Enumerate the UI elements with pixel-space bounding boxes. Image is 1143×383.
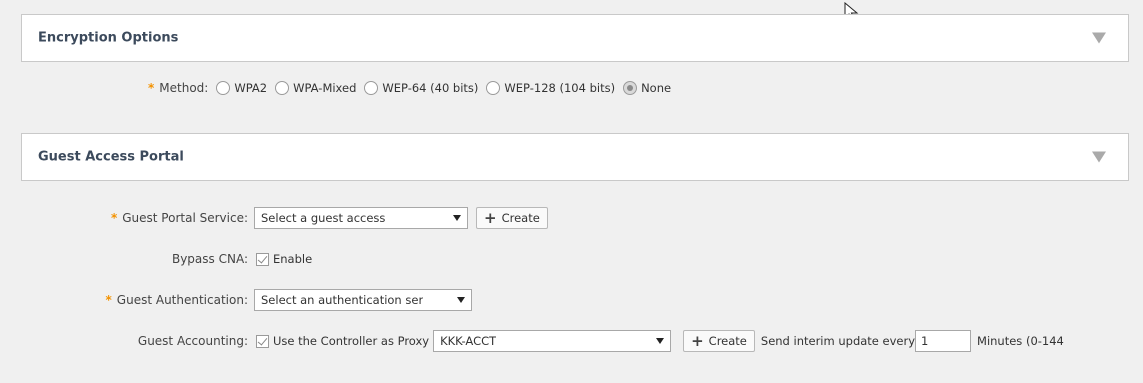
guest-portal-service-select[interactable]: Select a guest access <box>254 207 468 229</box>
radio-label-wpa-mixed[interactable]: WPA-Mixed <box>293 81 356 95</box>
collapse-caret-icon[interactable] <box>1092 151 1106 163</box>
guest-portal-service-label-wrap: * Guest Portal Service: <box>60 211 248 225</box>
plus-icon: + <box>484 208 497 227</box>
guest-authentication-row: * Guest Authentication: Select an authen… <box>60 288 472 312</box>
dropdown-arrow-icon <box>453 215 461 221</box>
radio-wep-64[interactable] <box>364 81 379 95</box>
radio-wpa-mixed[interactable] <box>275 81 290 95</box>
create-accounting-button[interactable]: + Create <box>683 330 755 352</box>
guest-accounting-label: Guest Accounting: <box>137 334 248 348</box>
bypass-cna-checkbox[interactable] <box>256 252 269 266</box>
required-asterisk: * <box>105 293 112 307</box>
interim-update-label: Send interim update every <box>760 334 916 348</box>
plus-icon: + <box>691 331 704 350</box>
radio-none[interactable] <box>623 81 638 95</box>
guest-authentication-value: Select an authentication ser <box>261 293 424 307</box>
encryption-method-row: * Method: WPA2 WPA-Mixed WEP-64 (40 bits… <box>148 79 671 97</box>
bypass-cna-row: Bypass CNA: Enable <box>60 250 312 268</box>
create-guest-portal-button[interactable]: + Create <box>476 207 548 229</box>
method-label-wrap: * Method: <box>148 81 208 95</box>
guest-access-portal-header[interactable]: Guest Access Portal <box>21 133 1129 181</box>
radio-label-wep-64[interactable]: WEP-64 (40 bits) <box>382 81 478 95</box>
create-guest-portal-label: Create <box>501 211 540 225</box>
radio-label-wep-128[interactable]: WEP-128 (104 bits) <box>504 81 615 95</box>
encryption-options-title: Encryption Options <box>38 30 179 46</box>
interim-update-input[interactable]: 1 <box>915 330 972 352</box>
collapse-caret-icon[interactable] <box>1092 32 1106 44</box>
minutes-range-label: Minutes (0-144 <box>977 334 1064 348</box>
accounting-server-value: KKK-ACCT <box>440 334 497 348</box>
controller-proxy-checkbox[interactable] <box>256 334 269 348</box>
guest-access-portal-title: Guest Access Portal <box>38 149 184 165</box>
guest-authentication-select[interactable]: Select an authentication ser <box>254 289 472 311</box>
guest-portal-service-value: Select a guest access <box>261 211 386 225</box>
dropdown-arrow-icon <box>457 297 465 303</box>
required-asterisk: * <box>148 81 155 95</box>
guest-authentication-label-wrap: * Guest Authentication: <box>60 293 248 307</box>
guest-accounting-row: Guest Accounting: Use the Controller as … <box>60 329 1064 353</box>
controller-proxy-label[interactable]: Use the Controller as Proxy <box>273 334 429 348</box>
guest-portal-service-label: Guest Portal Service: <box>122 211 248 225</box>
radio-wpa2[interactable] <box>216 81 231 95</box>
radio-label-wpa2[interactable]: WPA2 <box>234 81 267 95</box>
bypass-cna-label: Bypass CNA: <box>171 252 248 266</box>
radio-wep-128[interactable] <box>486 81 501 95</box>
dropdown-arrow-icon <box>656 338 665 344</box>
guest-portal-service-row: * Guest Portal Service: Select a guest a… <box>60 206 548 230</box>
accounting-server-select[interactable]: KKK-ACCT <box>433 330 672 352</box>
method-label: Method: <box>159 81 209 95</box>
bypass-cna-enable-label[interactable]: Enable <box>273 252 312 266</box>
guest-authentication-label: Guest Authentication: <box>116 293 248 307</box>
create-accounting-label: Create <box>708 334 747 348</box>
encryption-options-header[interactable]: Encryption Options <box>21 14 1129 62</box>
radio-label-none[interactable]: None <box>641 81 671 95</box>
required-asterisk: * <box>110 211 118 225</box>
